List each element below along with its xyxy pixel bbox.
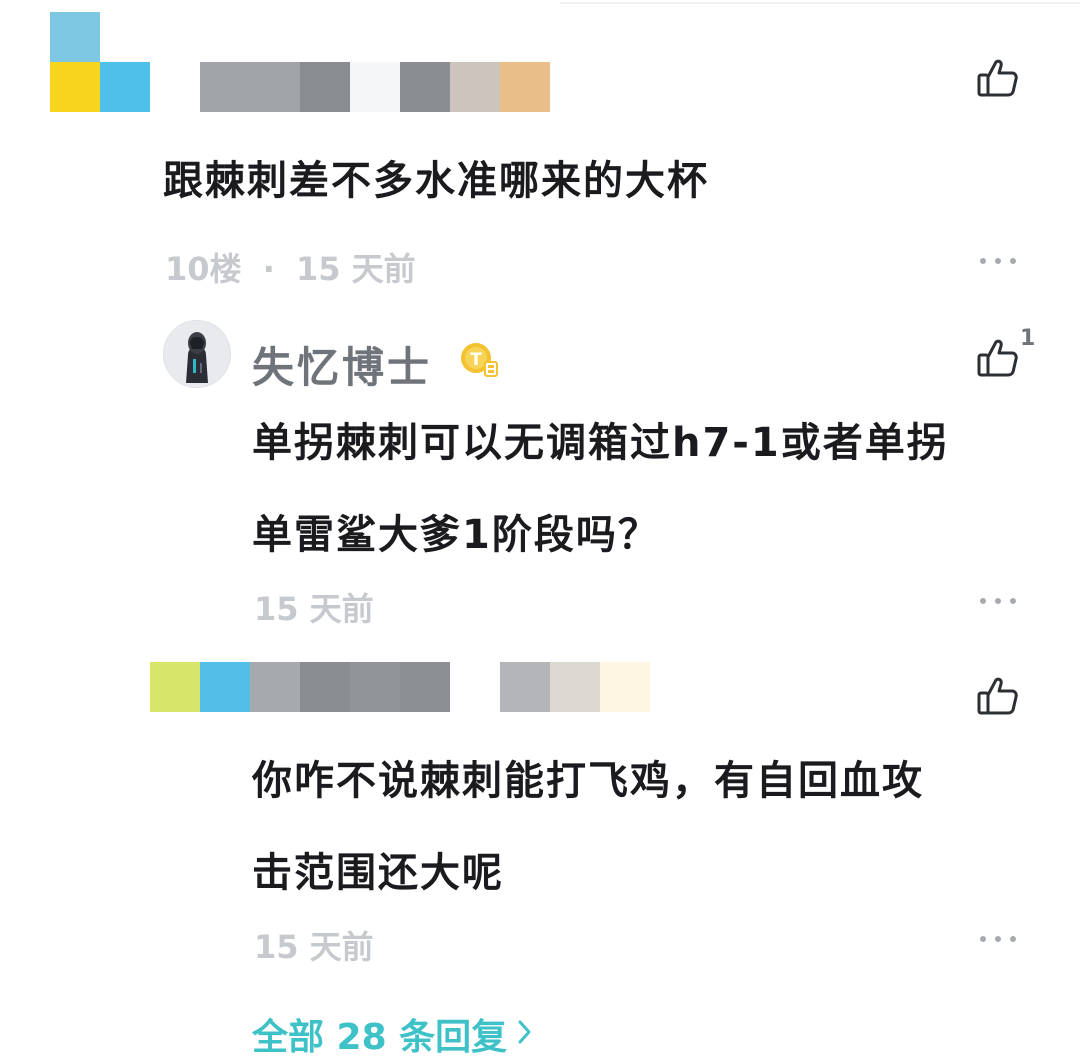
reply-time: 15 天前 (254, 590, 374, 628)
more-dots-icon[interactable] (980, 934, 1016, 944)
reply-text-line: 单拐棘刺可以无调箱过h7-1或者单拐 (252, 420, 949, 466)
reply-text-line: 击范围还大呢 (252, 850, 504, 896)
view-all-replies-link[interactable]: 全部 28 条回复 (252, 1008, 533, 1060)
top-divider (560, 2, 1080, 4)
reply-author-pixelated[interactable] (150, 662, 650, 712)
thumbs-up-icon[interactable] (976, 674, 1020, 718)
more-dots-icon[interactable] (980, 256, 1016, 266)
view-all-replies-label: 全部 28 条回复 (252, 1017, 508, 1058)
svg-text:T: T (470, 350, 482, 370)
chevron-right-icon (517, 1014, 533, 1055)
comment-text: 跟棘刺差不多水准哪来的大杯 (163, 158, 709, 204)
more-dots-icon[interactable] (980, 596, 1016, 606)
comment-username-pixelated[interactable] (200, 62, 550, 112)
comment-meta: 10楼 · 15 天前 (165, 244, 416, 290)
thumbs-up-icon[interactable] (976, 56, 1020, 100)
like-count: 1 (1020, 326, 1036, 351)
level-badge-icon: T (458, 338, 500, 380)
meta-separator: · (262, 250, 275, 288)
reply-text-line: 单雷鲨大爹1阶段吗？ (252, 512, 660, 558)
thumbs-up-icon[interactable] (976, 336, 1020, 380)
comment-time: 15 天前 (295, 250, 416, 288)
comment-avatar-pixelated[interactable] (50, 12, 150, 112)
avatar[interactable] (163, 320, 231, 388)
reply-text-line: 你咋不说棘刺能打飞鸡，有自回血攻 (252, 758, 924, 804)
floor-label: 10楼 (165, 250, 242, 288)
reply-author-name[interactable]: 失忆博士 (252, 334, 432, 395)
reply-time: 15 天前 (254, 928, 374, 966)
